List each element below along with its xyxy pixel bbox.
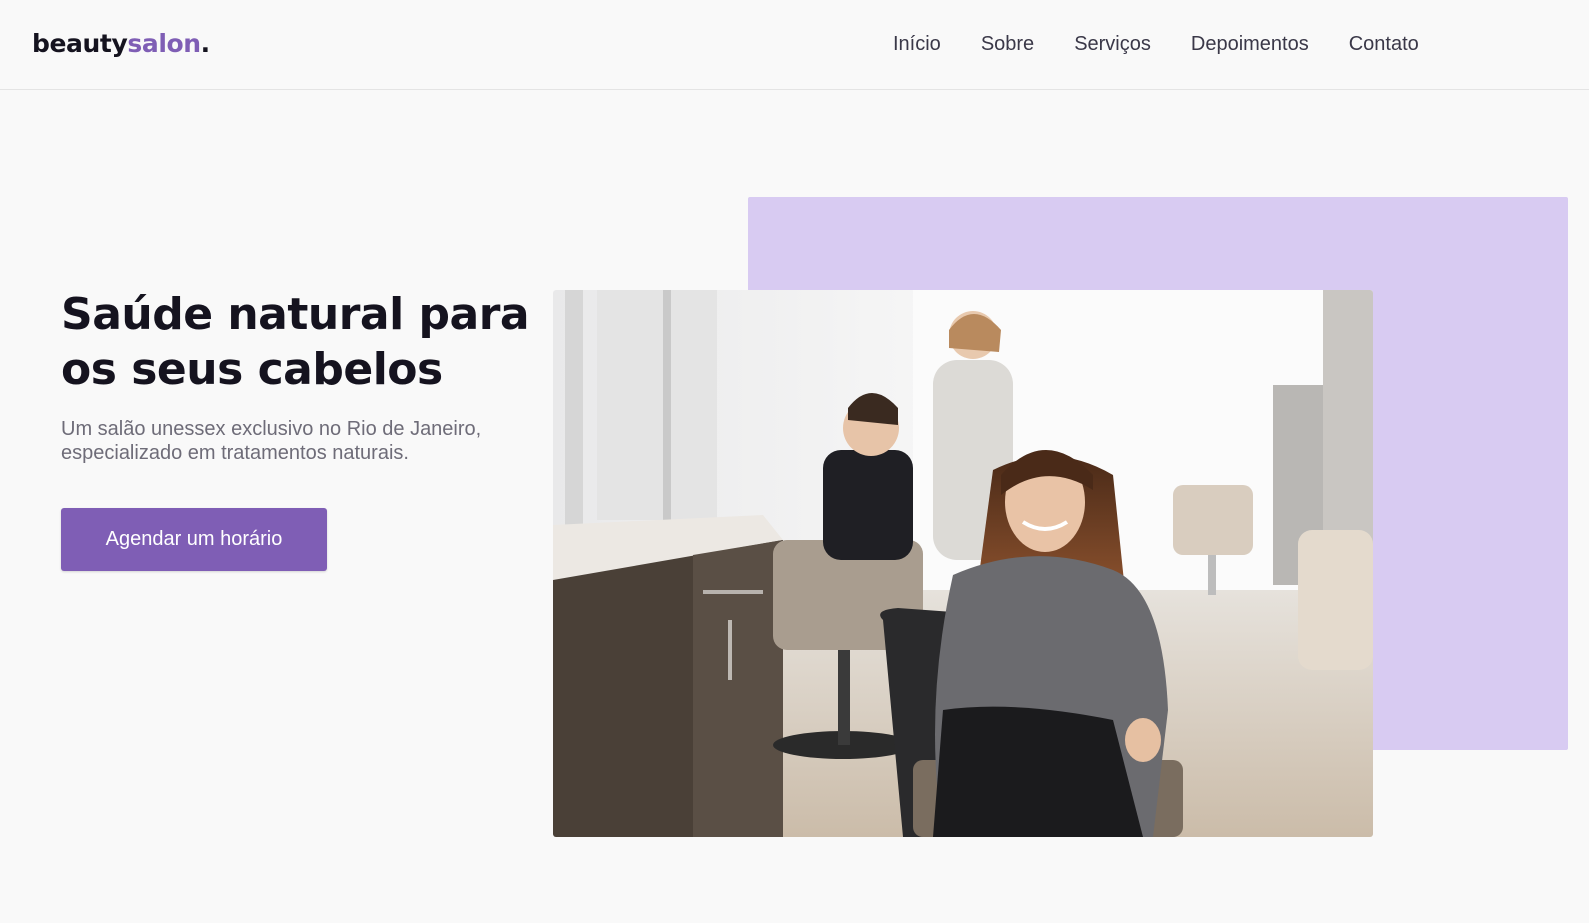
nav-link-contato[interactable]: Contato	[1349, 32, 1419, 56]
hero-subtitle: Um salão unessex exclusivo no Rio de Jan…	[61, 418, 482, 464]
logo[interactable]: beautysalon.	[32, 29, 210, 58]
schedule-appointment-button[interactable]: Agendar um horário	[61, 508, 327, 571]
nav-link-servicos[interactable]: Serviços	[1074, 32, 1151, 56]
nav-link-sobre[interactable]: Sobre	[981, 32, 1034, 56]
site-header: beautysalon. Início Sobre Serviços Depoi…	[0, 0, 1589, 90]
logo-main: beauty	[32, 29, 128, 58]
nav-link-inicio[interactable]: Início	[893, 32, 941, 56]
salon-photo	[553, 290, 1373, 837]
logo-accent: salon	[127, 29, 201, 58]
nav-link-depoimentos[interactable]: Depoimentos	[1191, 32, 1309, 56]
main-nav: Início Sobre Serviços Depoimentos Contat…	[893, 32, 1419, 56]
logo-dot: .	[200, 29, 211, 58]
hero-title: Saúde natural para os seus cabelos	[61, 289, 530, 395]
